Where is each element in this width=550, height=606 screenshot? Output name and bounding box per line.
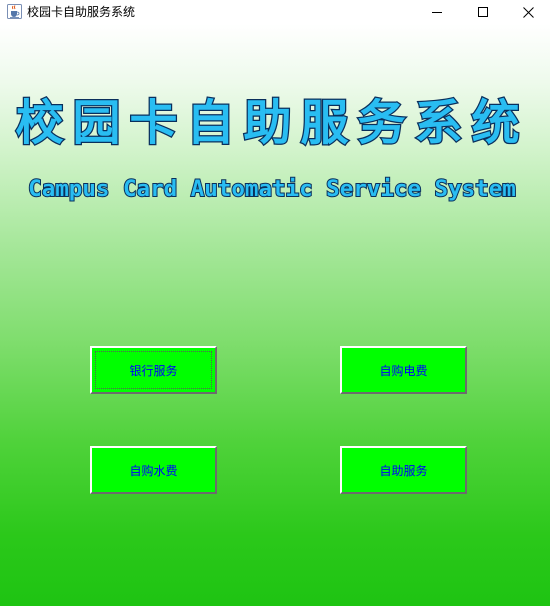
bank-service-label: 银行服务 bbox=[129, 363, 178, 378]
minimize-icon bbox=[432, 7, 442, 17]
headline-english: Campus Card Automatic Service System bbox=[28, 176, 516, 202]
maximize-button[interactable] bbox=[460, 0, 506, 24]
buy-electricity-label: 自购电费 bbox=[379, 363, 428, 378]
buy-water-label: 自购水费 bbox=[129, 463, 178, 478]
headline-banner: 校园卡自助服务系统 Campus Card Automatic Service … bbox=[14, 94, 528, 203]
content-panel: 校园卡自助服务系统 Campus Card Automatic Service … bbox=[0, 24, 550, 606]
window-title: 校园卡自助服务系统 bbox=[27, 5, 136, 19]
self-service-button[interactable]: 自助服务 bbox=[340, 446, 467, 494]
app-window: 校园卡自助服务系统 校园卡自助服务系统 Campus Card Automati… bbox=[0, 0, 550, 606]
buy-water-button[interactable]: 自购水费 bbox=[90, 446, 217, 494]
title-bar[interactable]: 校园卡自助服务系统 bbox=[0, 0, 550, 24]
close-icon bbox=[522, 6, 534, 18]
buy-electricity-button[interactable]: 自购电费 bbox=[340, 346, 467, 394]
java-cup-icon bbox=[7, 4, 22, 19]
self-service-label: 自助服务 bbox=[379, 463, 428, 478]
minimize-button[interactable] bbox=[414, 0, 460, 24]
headline-chinese: 校园卡自助服务系统 bbox=[15, 95, 528, 151]
maximize-icon bbox=[478, 7, 488, 17]
close-button[interactable] bbox=[506, 0, 550, 24]
bank-service-button[interactable]: 银行服务 bbox=[90, 346, 217, 394]
